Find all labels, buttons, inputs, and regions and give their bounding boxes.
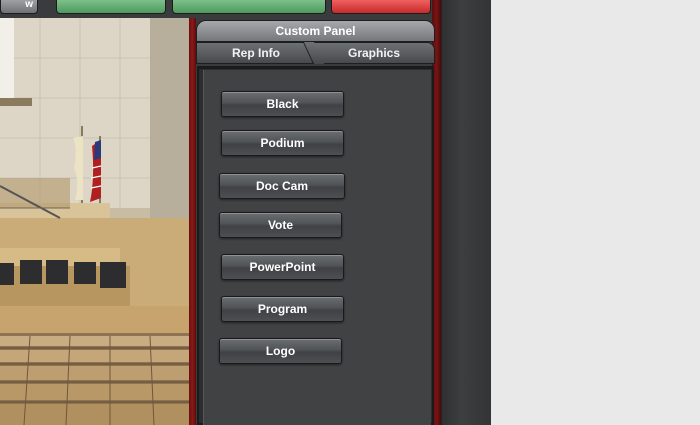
panel-title: Custom Panel [196, 20, 435, 42]
panel-inner [203, 70, 431, 425]
tab-rep-info[interactable]: Rep Info [196, 42, 316, 64]
vote-button[interactable]: Vote [219, 212, 342, 238]
logo-button[interactable]: Logo [219, 338, 342, 364]
camera-preview [0, 18, 189, 425]
powerpoint-button[interactable]: PowerPoint [221, 254, 344, 280]
tab-graphics-label: Graphics [347, 46, 401, 60]
tab-graphics[interactable]: Graphics [313, 42, 435, 64]
top-green-button-1[interactable] [56, 0, 166, 14]
top-red-button[interactable] [331, 0, 431, 14]
camera-border [189, 18, 196, 425]
black-button[interactable]: Black [221, 91, 344, 117]
doc-cam-button[interactable]: Doc Cam [219, 173, 345, 199]
frame-right-strip [441, 0, 491, 425]
program-button[interactable]: Program [221, 296, 344, 322]
podium-button[interactable]: Podium [221, 130, 344, 156]
top-left-button[interactable]: w [0, 0, 38, 14]
camera-preview-image [0, 18, 189, 425]
top-green-button-2[interactable] [172, 0, 326, 14]
